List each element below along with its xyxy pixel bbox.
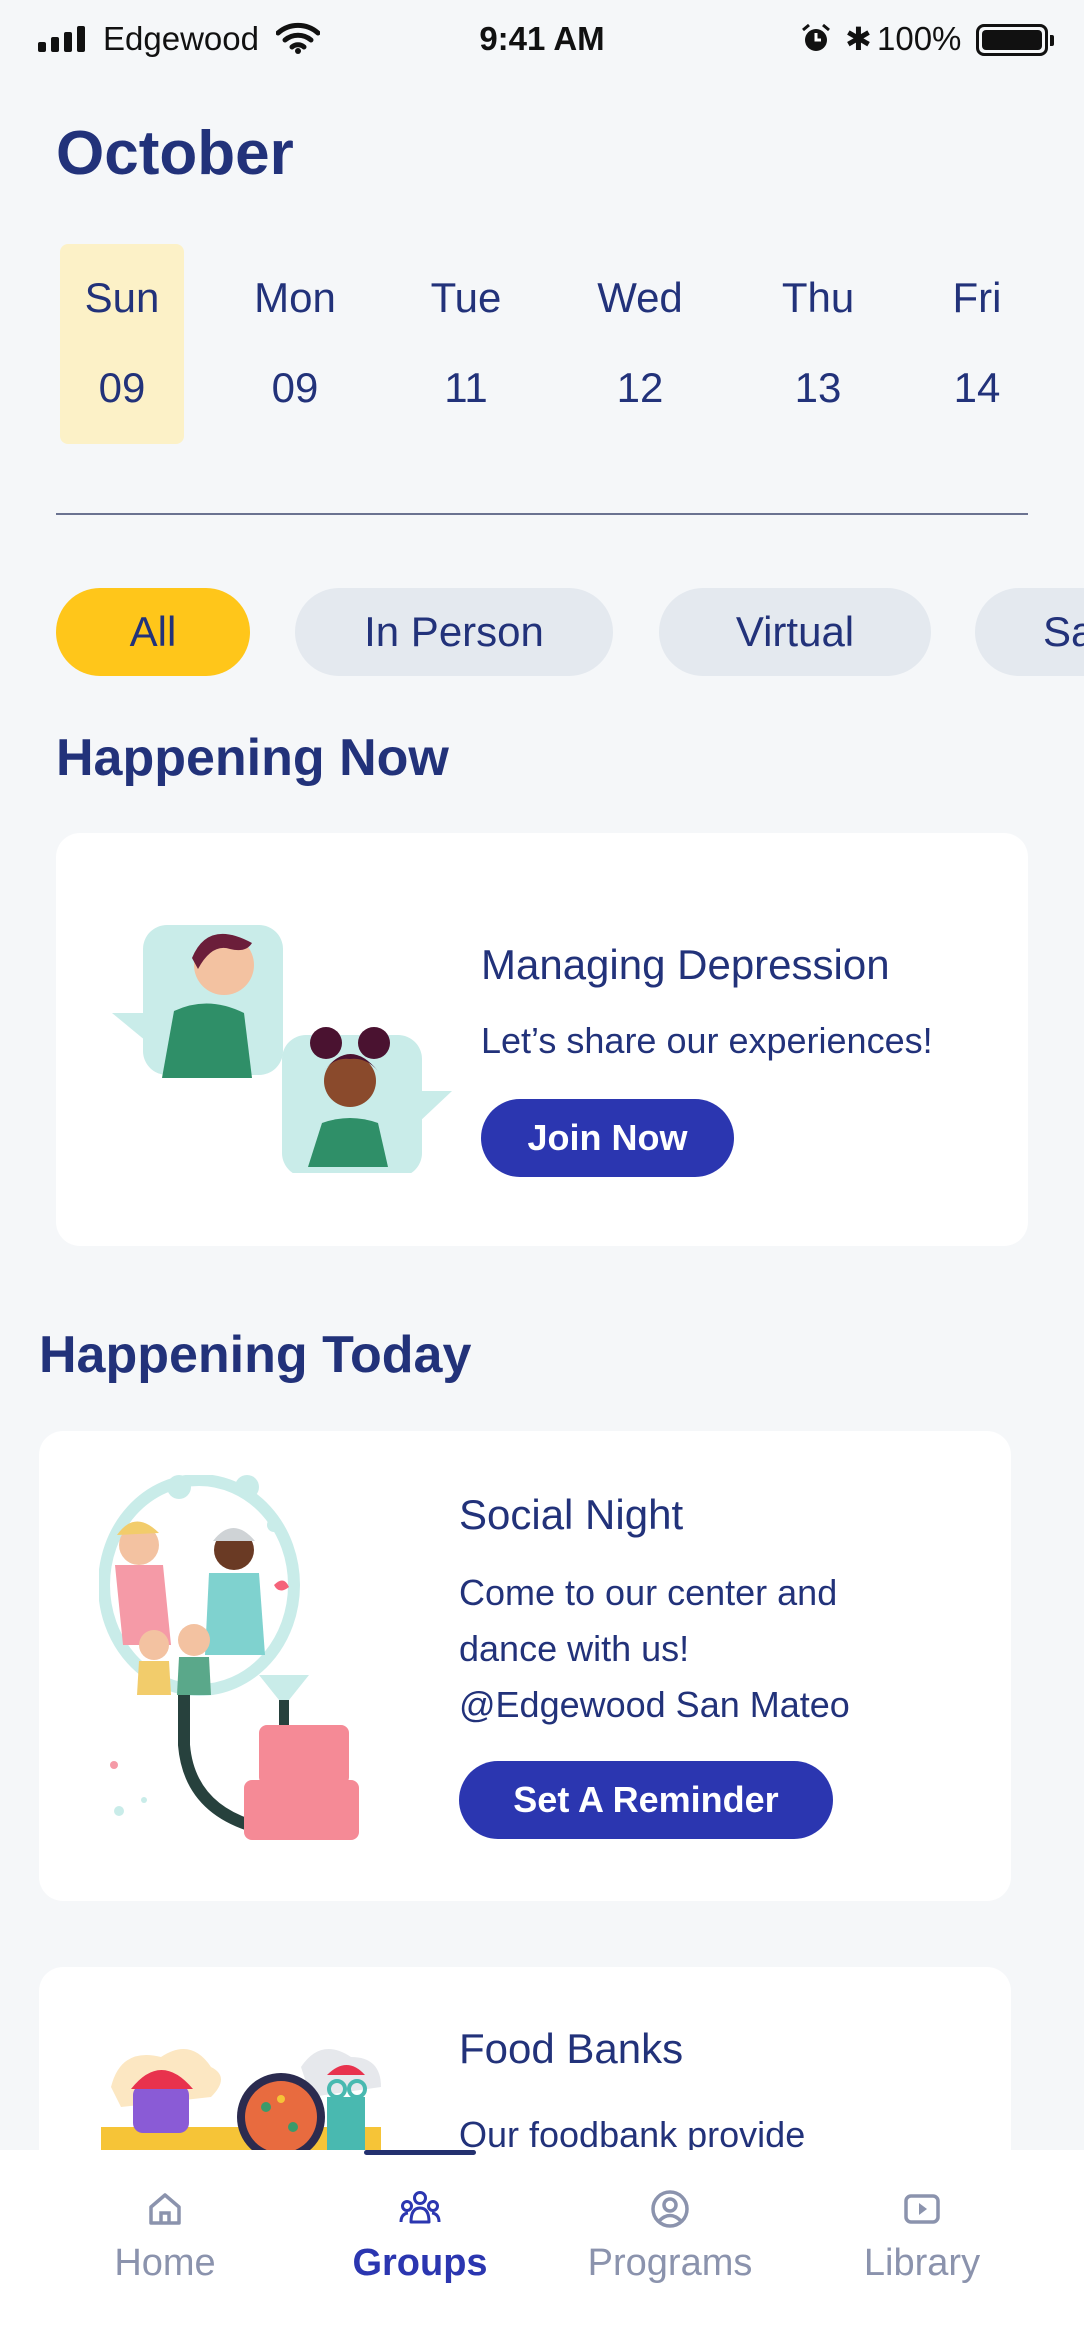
filter-chips: All In Person Virtual Sa (0, 588, 1084, 678)
nav-groups[interactable]: Groups (310, 2188, 530, 2285)
day-number: 11 (444, 364, 488, 411)
day-number: 12 (616, 364, 664, 411)
day-name: Mon (254, 274, 336, 321)
active-tab-indicator (364, 2150, 476, 2155)
day-number: 13 (794, 364, 842, 411)
alarm-icon (802, 23, 830, 51)
month-title: October (56, 119, 294, 188)
day-name: Sun (84, 274, 160, 321)
card-title: Social Night (459, 1491, 684, 1538)
section-title-happening-today: Happening Today (39, 1326, 472, 1384)
card-description: Let’s share our experiences! (481, 1020, 933, 1061)
groups-icon (399, 2191, 441, 2224)
day-name: Fri (952, 274, 1002, 321)
battery-percentage: 100% (877, 20, 962, 57)
description-line: dance with us! (459, 1628, 690, 1669)
day-wed[interactable]: Wed 12 (578, 244, 702, 444)
nav-programs[interactable]: Programs (560, 2188, 780, 2285)
event-card-social-night[interactable]: Social Night Come to our center and danc… (39, 1431, 1011, 1901)
bluetooth-icon: ✱ (845, 21, 872, 57)
day-name: Wed (597, 274, 683, 321)
chat-illustration (112, 925, 452, 1173)
bottom-nav: Home Groups Programs Library (0, 2150, 1084, 2345)
home-icon (149, 2193, 181, 2225)
social-night-illustration (99, 1475, 359, 1840)
library-icon (904, 2194, 940, 2224)
day-number: 14 (953, 364, 1001, 411)
day-selector: Sun 09 Mon 09 Tue 11 Wed 12 Thu 13 Fri 1… (0, 244, 1084, 444)
day-thu[interactable]: Thu 13 (756, 244, 880, 444)
programs-icon (651, 2190, 689, 2228)
day-fri[interactable]: Fri 14 (915, 244, 1039, 444)
day-mon[interactable]: Mon 09 (233, 244, 357, 444)
food-bank-illustration (101, 2049, 381, 2157)
divider (56, 513, 1028, 515)
day-sun[interactable]: Sun 09 (60, 244, 184, 444)
day-number: 09 (98, 364, 146, 411)
nav-label: Home (114, 2242, 216, 2284)
card-title: Managing Depression (481, 941, 890, 988)
description-line: @Edgewood San Mateo (459, 1684, 850, 1725)
set-reminder-button[interactable]: Set A Reminder (459, 1761, 833, 1839)
nav-label: Groups (352, 2242, 488, 2284)
battery-icon (976, 24, 1054, 56)
section-title-happening-now: Happening Now (56, 729, 449, 787)
nav-label: Library (863, 2242, 981, 2284)
nav-library[interactable]: Library (812, 2188, 1032, 2285)
filter-chip-all[interactable]: All (56, 588, 250, 676)
day-name: Thu (781, 274, 855, 321)
filter-chip-virtual[interactable]: Virtual (659, 588, 931, 676)
join-now-button[interactable]: Join Now (481, 1099, 734, 1177)
day-tue[interactable]: Tue 11 (404, 244, 528, 444)
nav-home[interactable]: Home (55, 2188, 275, 2285)
description-line: Come to our center and (459, 1572, 838, 1613)
card-description: Come to our center and dance with us! @E… (459, 1565, 979, 1733)
nav-label: Programs (587, 2242, 753, 2284)
filter-chip-partial[interactable]: Sa (975, 588, 1084, 676)
filter-chip-in-person[interactable]: In Person (295, 588, 613, 676)
card-title: Food Banks (459, 2025, 684, 2072)
event-card-managing-depression[interactable]: Managing Depression Let’s share our expe… (56, 833, 1028, 1246)
day-name: Tue (430, 274, 502, 321)
day-number: 09 (271, 364, 319, 411)
status-bar: Edgewood 9:41 AM ✱ 100% (0, 0, 1084, 76)
